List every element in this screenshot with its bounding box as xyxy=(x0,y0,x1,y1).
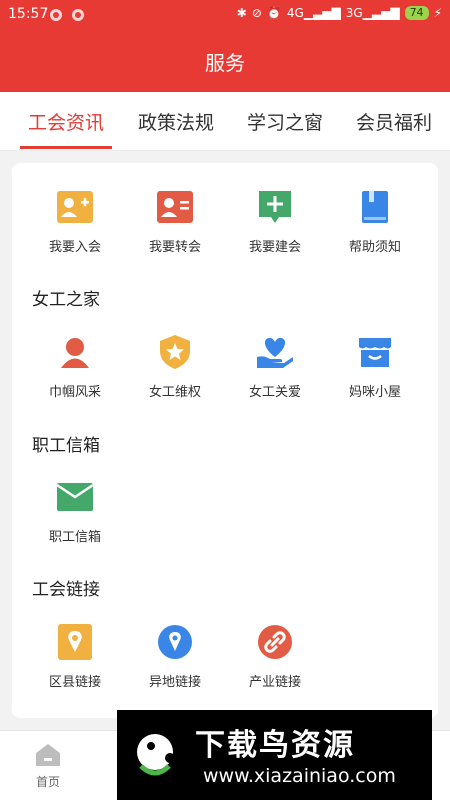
book-icon xyxy=(356,188,394,226)
tab-union-news[interactable]: 工会资讯 xyxy=(10,92,122,150)
home-icon xyxy=(36,744,60,766)
nav-home-label: 首页 xyxy=(35,775,60,789)
help-label: 帮助须知 xyxy=(348,240,401,255)
watermark: 下载鸟资源 www.xiazainiao.com xyxy=(117,710,432,800)
add-comment-icon xyxy=(256,188,294,226)
link-icon xyxy=(256,623,294,661)
signal-icon: 3G▁▃▅▇ xyxy=(345,6,400,20)
women-care-item[interactable]: 女工关爱 xyxy=(225,333,325,400)
alarm-icon: ⏰ xyxy=(266,6,282,20)
tab-learning[interactable]: 学习之窗 xyxy=(230,92,340,150)
district-link-item[interactable]: 区县链接 xyxy=(25,623,125,690)
industry-link-label: 产业链接 xyxy=(248,675,301,690)
women-rights-label: 女工维权 xyxy=(148,385,201,400)
join-union-label: 我要入会 xyxy=(48,240,101,255)
mailbox-section-title: 职工信箱 xyxy=(32,436,100,456)
heart-hand-icon xyxy=(256,333,294,371)
remote-link-item[interactable]: 异地链接 xyxy=(125,623,225,690)
status-time: 15:57 xyxy=(8,6,49,22)
remote-link-label: 异地链接 xyxy=(148,675,201,690)
watermark-text: 下载鸟资源 xyxy=(195,728,355,763)
battery-icon: 74 xyxy=(404,6,429,20)
shield-star-icon xyxy=(156,333,194,371)
staff-mailbox-label: 职工信箱 xyxy=(48,530,101,545)
nav-home[interactable]: 首页 xyxy=(18,743,78,790)
bird-logo xyxy=(137,734,175,776)
mail-icon xyxy=(56,478,94,516)
transfer-union-label: 我要转会 xyxy=(148,240,201,255)
links-section-title: 工会链接 xyxy=(32,580,100,600)
page-title: 服务 xyxy=(205,50,245,75)
status-bar: 15:57 ✱ ⊘ ⏰ 4G▁▃▅▇ 3G▁▃▅▇ 74 ⚡ xyxy=(0,0,450,30)
app-header: 服务 xyxy=(0,30,450,92)
bluetooth-icon: ✱ xyxy=(236,6,247,20)
join-union-item[interactable]: 我要入会 xyxy=(25,188,125,255)
store-icon xyxy=(356,333,394,371)
build-union-label: 我要建会 xyxy=(248,240,301,255)
watermark-url: www.xiazainiao.com xyxy=(203,765,396,787)
mute-icon: ⊘ xyxy=(251,6,262,20)
notification-icon xyxy=(72,9,84,21)
women-style-label: 巾帼风采 xyxy=(48,385,101,400)
staff-mailbox-item[interactable]: 职工信箱 xyxy=(25,478,125,545)
industry-link-item[interactable]: 产业链接 xyxy=(225,623,325,690)
notification-icon xyxy=(50,9,62,21)
help-item[interactable]: 帮助须知 xyxy=(325,188,425,255)
tab-policy[interactable]: 政策法规 xyxy=(122,92,230,150)
services-card: 我要入会 我要转会 我要建会 帮助须知 女工之家 巾帼风采 女工维权 女工关爱 … xyxy=(12,163,438,718)
women-style-item[interactable]: 巾帼风采 xyxy=(25,333,125,400)
location-icon xyxy=(156,623,194,661)
district-link-label: 区县链接 xyxy=(48,675,101,690)
charging-icon: ⚡ xyxy=(433,6,442,20)
women-section-title: 女工之家 xyxy=(32,290,100,310)
mommy-room-item[interactable]: 妈咪小屋 xyxy=(325,333,425,400)
transfer-union-item[interactable]: 我要转会 xyxy=(125,188,225,255)
mommy-room-label: 妈咪小屋 xyxy=(348,385,401,400)
women-care-label: 女工关爱 xyxy=(248,385,301,400)
women-rights-item[interactable]: 女工维权 xyxy=(125,333,225,400)
woman-avatar-icon xyxy=(56,333,94,371)
map-pin-icon xyxy=(56,623,94,661)
user-add-icon xyxy=(56,188,94,226)
user-transfer-icon xyxy=(156,188,194,226)
tab-member-benefits[interactable]: 会员福利 xyxy=(340,92,448,150)
tab-bar: 工会资讯 政策法规 学习之窗 会员福利 xyxy=(0,92,450,151)
signal-icon: 4G▁▃▅▇ xyxy=(286,6,341,20)
build-union-item[interactable]: 我要建会 xyxy=(225,188,325,255)
tab-underline xyxy=(20,146,112,149)
status-icons: ✱ ⊘ ⏰ 4G▁▃▅▇ 3G▁▃▅▇ 74 ⚡ xyxy=(237,6,442,20)
